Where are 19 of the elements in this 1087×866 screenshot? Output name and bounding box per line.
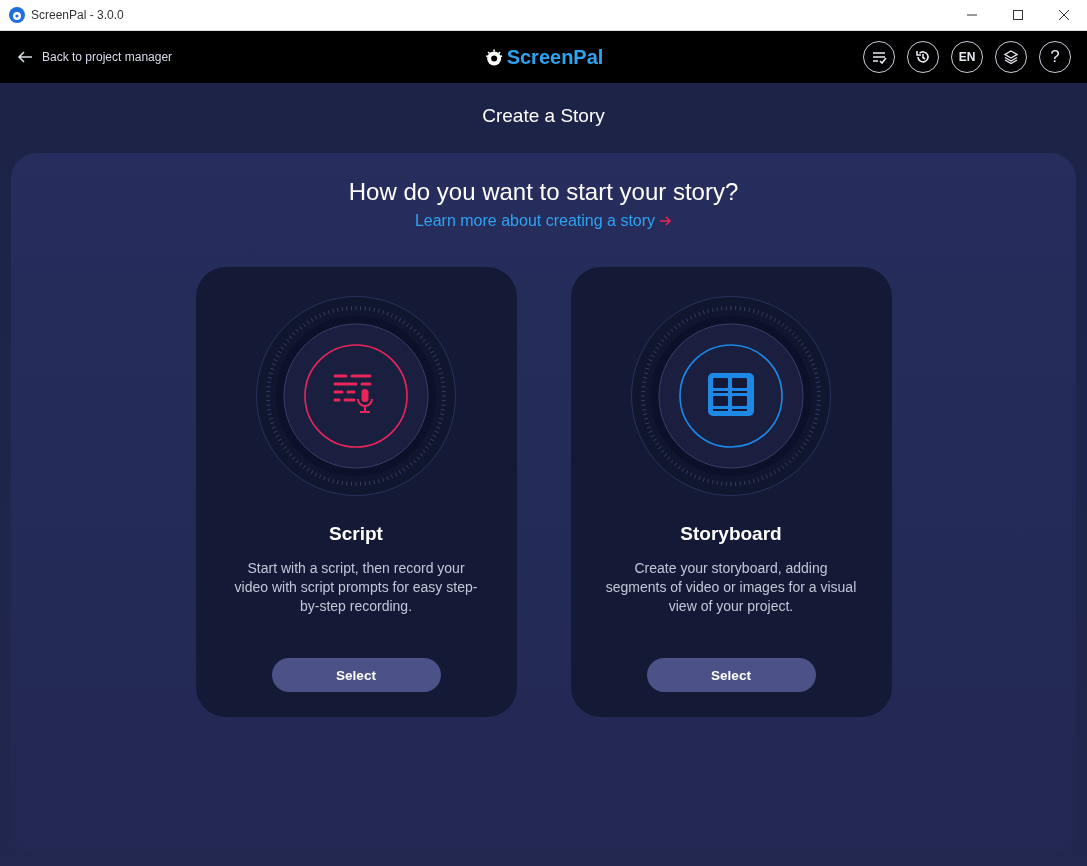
logo-text: ScreenPal [506, 45, 604, 69]
learn-more-link[interactable]: Learn more about creating a story [414, 212, 656, 230]
history-icon [914, 48, 932, 66]
arrow-icon [659, 215, 673, 227]
back-link[interactable]: Back to project manager [16, 48, 173, 66]
card-title: Storyboard [680, 523, 782, 545]
select-button[interactable]: Select [271, 658, 441, 692]
page-title: Create a Story [482, 105, 605, 127]
window-title: ScreenPal - 3.0.0 [31, 8, 125, 22]
select-button[interactable]: Select [646, 658, 816, 692]
maximize-icon [1012, 9, 1024, 21]
heading: How do you want to start your story? [348, 178, 739, 206]
app-logo-icon [9, 7, 25, 23]
card-description: Create your storyboard, adding segments of video or images for a visual view of your project. [605, 559, 857, 616]
close-icon [1058, 9, 1070, 21]
logo-icon [483, 47, 504, 67]
layers-icon [1002, 48, 1020, 66]
card-title: Script [329, 523, 383, 545]
card-description: Start with a script, then record your video with script prompts for easy step-by-step recording. [233, 559, 479, 616]
